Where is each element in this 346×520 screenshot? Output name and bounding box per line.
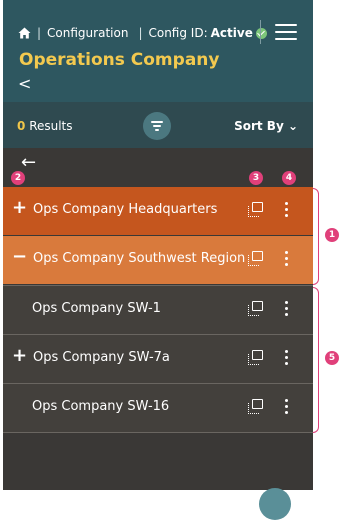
check-circle-icon — [255, 27, 267, 39]
breadcrumb: | Configuration | Config ID: Active — [18, 23, 267, 43]
more-options-icon[interactable] — [285, 301, 289, 317]
config-status: Active — [210, 26, 253, 40]
page-title: Operations Company — [19, 50, 220, 70]
row-label: Ops Company SW-7a — [33, 350, 170, 365]
config-id-label: Config ID: — [148, 26, 208, 40]
sort-by-button[interactable]: Sort By ⌄ — [234, 119, 298, 133]
back-chevron-icon[interactable]: < — [18, 76, 31, 92]
more-options-icon[interactable] — [285, 251, 289, 267]
copy-icon[interactable] — [248, 350, 264, 366]
mobile-screen: | Configuration | Config ID: Active Oper… — [3, 0, 313, 490]
breadcrumb-separator: | — [138, 26, 143, 40]
collapse-icon[interactable]: − — [12, 248, 27, 266]
filter-icon[interactable] — [143, 112, 171, 140]
callout-2: 2 — [11, 171, 25, 185]
copy-icon[interactable] — [248, 202, 264, 218]
callout-4: 4 — [282, 171, 296, 185]
more-options-icon[interactable] — [285, 399, 289, 415]
row-label: Ops Company SW-16 — [32, 399, 170, 414]
row-label: Ops Company Headquarters — [33, 202, 218, 217]
list-item-ops-company-sw-16[interactable]: Ops Company SW-16 — [3, 383, 313, 433]
list-item-ops-company-headquarters[interactable]: + Ops Company Headquarters — [3, 187, 313, 235]
back-arrow-icon[interactable]: ← — [21, 154, 36, 172]
more-options-icon[interactable] — [285, 350, 289, 366]
hamburger-icon[interactable] — [275, 24, 297, 40]
callout-bracket-5 — [313, 287, 319, 433]
results-count: 0 Results — [17, 119, 73, 133]
copy-icon[interactable] — [248, 301, 264, 317]
list-item-ops-company-southwest-region[interactable]: − Ops Company Southwest Region — [3, 236, 313, 284]
row-label: Ops Company SW-1 — [32, 301, 161, 316]
expand-icon[interactable]: + — [12, 199, 27, 217]
expand-icon[interactable]: + — [12, 347, 27, 365]
floating-action-button[interactable] — [259, 488, 291, 520]
callout-5: 5 — [325, 351, 339, 365]
callout-3: 3 — [249, 171, 263, 185]
breadcrumb-separator: | — [37, 26, 42, 40]
list-item-ops-company-sw-7a[interactable]: + Ops Company SW-7a — [3, 334, 313, 383]
callout-1: 1 — [325, 228, 339, 242]
app-header: | Configuration | Config ID: Active Oper… — [3, 0, 313, 102]
copy-icon[interactable] — [248, 251, 264, 267]
callout-bracket-1 — [313, 188, 319, 285]
header-divider — [260, 20, 261, 44]
breadcrumb-configuration[interactable]: Configuration — [47, 26, 128, 40]
copy-icon[interactable] — [248, 399, 264, 415]
home-icon[interactable] — [18, 27, 31, 39]
row-label: Ops Company Southwest Region — [33, 251, 246, 266]
list-item-ops-company-sw-1[interactable]: Ops Company SW-1 — [3, 285, 313, 334]
more-options-icon[interactable] — [285, 202, 289, 218]
results-toolbar: 0 Results Sort By ⌄ — [3, 102, 313, 148]
